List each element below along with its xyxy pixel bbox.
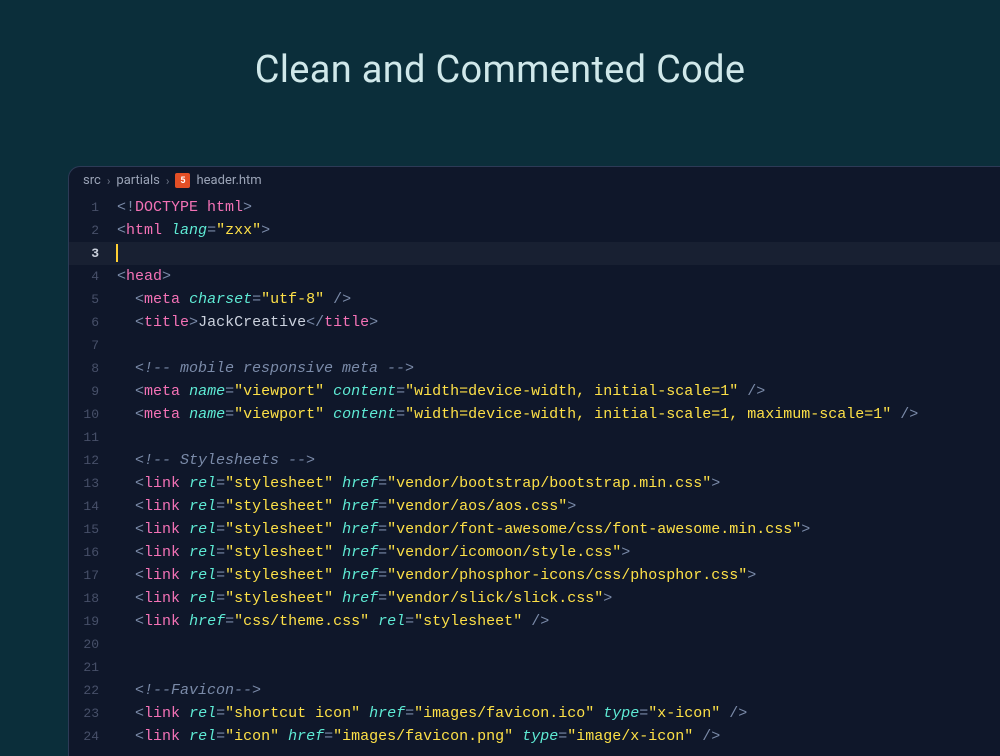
code-content[interactable] (117, 242, 1000, 265)
code-content[interactable]: <link rel="icon" href="images/favicon.pn… (117, 725, 1000, 748)
line-number: 12 (69, 449, 117, 472)
code-line[interactable]: 8 <!-- mobile responsive meta --> (69, 357, 1000, 380)
line-number: 4 (69, 265, 117, 288)
line-number: 7 (69, 334, 117, 357)
code-line[interactable]: 1<!DOCTYPE html> (69, 196, 1000, 219)
code-content[interactable]: <link rel="stylesheet" href="vendor/phos… (117, 564, 1000, 587)
code-content[interactable]: <link rel="stylesheet" href="vendor/icom… (117, 541, 1000, 564)
line-number: 13 (69, 472, 117, 495)
code-line[interactable]: 3 (69, 242, 1000, 265)
line-number: 24 (69, 725, 117, 748)
code-line[interactable]: 18 <link rel="stylesheet" href="vendor/s… (69, 587, 1000, 610)
line-number: 10 (69, 403, 117, 426)
code-content[interactable]: <!DOCTYPE html> (117, 196, 1000, 219)
code-line[interactable]: 22 <!--Favicon--> (69, 679, 1000, 702)
code-content[interactable]: <link rel="stylesheet" href="vendor/slic… (117, 587, 1000, 610)
code-line[interactable]: 5 <meta charset="utf-8" /> (69, 288, 1000, 311)
code-line[interactable]: 6 <title>JackCreative</title> (69, 311, 1000, 334)
code-content[interactable]: <html lang="zxx"> (117, 219, 1000, 242)
line-number: 19 (69, 610, 117, 633)
code-line[interactable]: 15 <link rel="stylesheet" href="vendor/f… (69, 518, 1000, 541)
code-content[interactable]: <link rel="stylesheet" href="vendor/font… (117, 518, 1000, 541)
chevron-right-icon: › (166, 174, 170, 188)
line-number: 9 (69, 380, 117, 403)
code-line[interactable]: 14 <link rel="stylesheet" href="vendor/a… (69, 495, 1000, 518)
code-content[interactable]: <link href="css/theme.css" rel="styleshe… (117, 610, 1000, 633)
line-number: 1 (69, 196, 117, 219)
line-number: 16 (69, 541, 117, 564)
code-line[interactable]: 7 (69, 334, 1000, 357)
code-content[interactable]: <head> (117, 265, 1000, 288)
code-content[interactable]: <meta name="viewport" content="width=dev… (117, 403, 1000, 426)
code-line[interactable]: 13 <link rel="stylesheet" href="vendor/b… (69, 472, 1000, 495)
code-content[interactable]: <link rel="stylesheet" href="vendor/boot… (117, 472, 1000, 495)
code-line[interactable]: 23 <link rel="shortcut icon" href="image… (69, 702, 1000, 725)
code-line[interactable]: 17 <link rel="stylesheet" href="vendor/p… (69, 564, 1000, 587)
code-line[interactable]: 21 (69, 656, 1000, 679)
line-number: 2 (69, 219, 117, 242)
code-line[interactable]: 24 <link rel="icon" href="images/favicon… (69, 725, 1000, 748)
code-line[interactable]: 10 <meta name="viewport" content="width=… (69, 403, 1000, 426)
code-content[interactable]: <meta name="viewport" content="width=dev… (117, 380, 1000, 403)
breadcrumb-seg-src[interactable]: src (83, 173, 101, 188)
line-number: 5 (69, 288, 117, 311)
code-line[interactable]: 16 <link rel="stylesheet" href="vendor/i… (69, 541, 1000, 564)
line-number: 22 (69, 679, 117, 702)
chevron-right-icon: › (107, 174, 111, 188)
line-number: 11 (69, 426, 117, 449)
code-editor[interactable]: src › partials › 5 header.htm 1<!DOCTYPE… (68, 166, 1000, 756)
breadcrumb-seg-partials[interactable]: partials (116, 173, 159, 188)
html-file-icon: 5 (175, 173, 190, 188)
code-content[interactable]: <!--Favicon--> (117, 679, 1000, 702)
breadcrumb[interactable]: src › partials › 5 header.htm (69, 167, 1000, 194)
code-content[interactable]: <title>JackCreative</title> (117, 311, 1000, 334)
line-number: 8 (69, 357, 117, 380)
code-area[interactable]: 1<!DOCTYPE html>2<html lang="zxx">34<hea… (69, 194, 1000, 748)
code-content[interactable]: <link rel="shortcut icon" href="images/f… (117, 702, 1000, 725)
text-cursor (116, 244, 118, 262)
line-number: 3 (69, 242, 117, 265)
code-line[interactable]: 19 <link href="css/theme.css" rel="style… (69, 610, 1000, 633)
line-number: 20 (69, 633, 117, 656)
code-content[interactable]: <!-- Stylesheets --> (117, 449, 1000, 472)
code-content[interactable]: <!-- mobile responsive meta --> (117, 357, 1000, 380)
breadcrumb-file[interactable]: header.htm (196, 173, 261, 188)
line-number: 14 (69, 495, 117, 518)
line-number: 21 (69, 656, 117, 679)
line-number: 18 (69, 587, 117, 610)
line-number: 15 (69, 518, 117, 541)
code-content[interactable]: <meta charset="utf-8" /> (117, 288, 1000, 311)
code-line[interactable]: 2<html lang="zxx"> (69, 219, 1000, 242)
line-number: 17 (69, 564, 117, 587)
code-line[interactable]: 20 (69, 633, 1000, 656)
line-number: 6 (69, 311, 117, 334)
page-title: Clean and Commented Code (0, 0, 1000, 128)
code-line[interactable]: 12 <!-- Stylesheets --> (69, 449, 1000, 472)
code-line[interactable]: 11 (69, 426, 1000, 449)
code-content[interactable]: <link rel="stylesheet" href="vendor/aos/… (117, 495, 1000, 518)
code-line[interactable]: 4<head> (69, 265, 1000, 288)
line-number: 23 (69, 702, 117, 725)
code-line[interactable]: 9 <meta name="viewport" content="width=d… (69, 380, 1000, 403)
